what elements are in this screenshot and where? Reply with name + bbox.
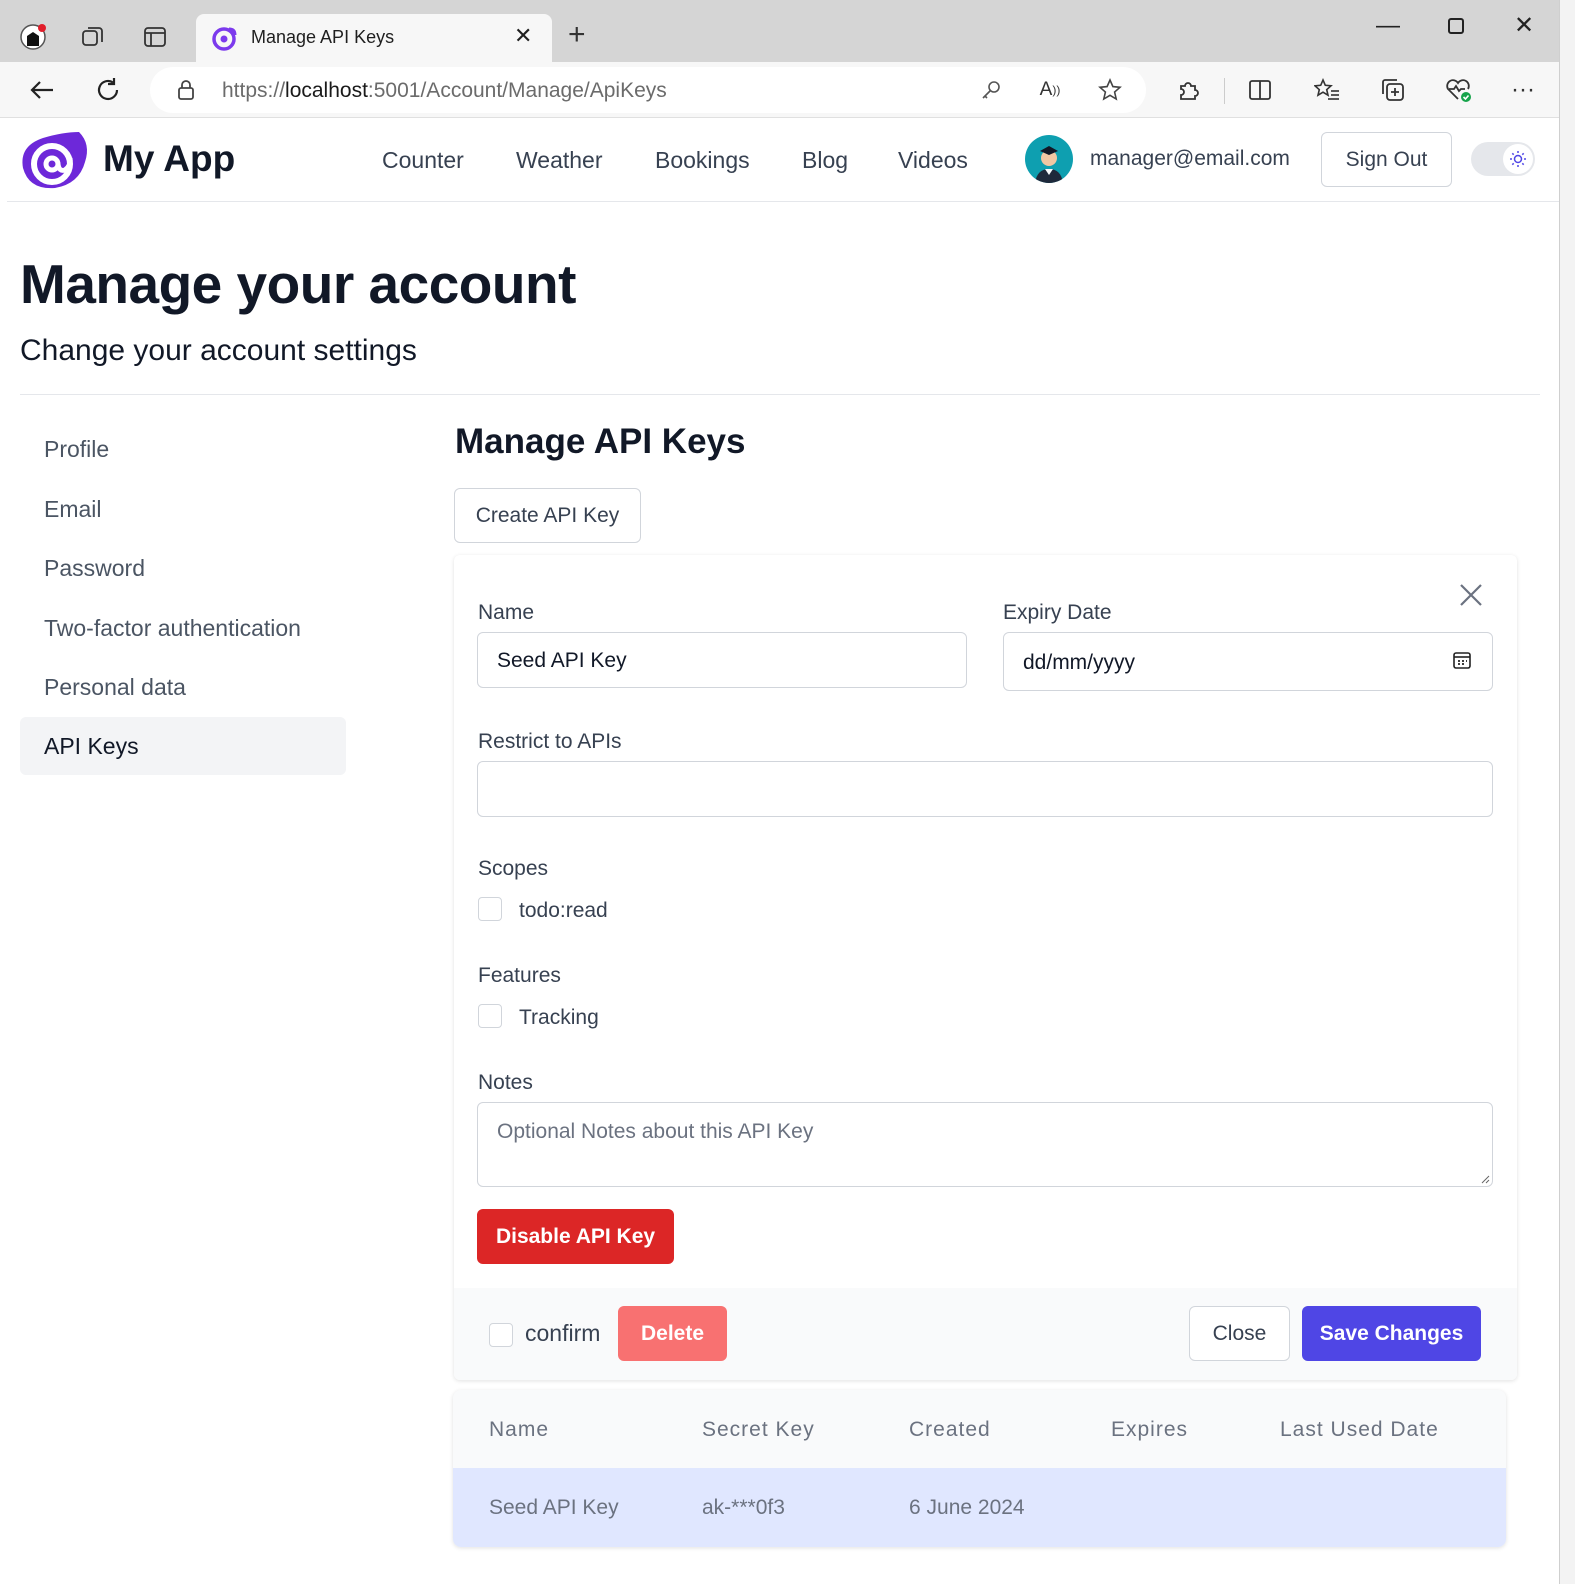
calendar-icon[interactable] — [1452, 650, 1472, 670]
collections-icon[interactable] — [1377, 74, 1409, 106]
nav-blog[interactable]: Blog — [802, 147, 848, 174]
tab-favicon-icon — [211, 25, 237, 56]
key-icon[interactable] — [975, 74, 1007, 106]
browser-tab[interactable]: Manage API Keys ✕ — [196, 14, 552, 62]
favorite-star-icon[interactable] — [1094, 74, 1126, 106]
extensions-icon[interactable] — [1173, 74, 1205, 106]
name-input[interactable]: Seed API Key — [477, 632, 967, 688]
scope-todo-read-checkbox[interactable] — [478, 897, 502, 921]
app-brand[interactable]: My App — [103, 138, 235, 180]
page-title: Manage your account — [20, 253, 576, 315]
scopes-label: Scopes — [478, 857, 549, 880]
column-header-expires: Expires — [1111, 1418, 1189, 1441]
save-changes-button[interactable]: Save Changes — [1302, 1306, 1481, 1361]
nav-weather[interactable]: Weather — [516, 147, 603, 174]
profile-icon[interactable] — [18, 22, 48, 52]
refresh-icon[interactable] — [90, 72, 126, 108]
notes-label: Notes — [478, 1071, 533, 1094]
name-label: Name — [478, 601, 535, 624]
expiry-date-placeholder: dd/mm/yyyy — [1023, 651, 1136, 674]
back-icon[interactable] — [24, 72, 60, 108]
column-header-last-used-date: Last Used Date — [1280, 1418, 1439, 1441]
read-aloud-icon[interactable]: A)) — [1034, 74, 1066, 106]
more-menu-icon[interactable]: ··· — [1507, 74, 1539, 106]
nav-bookings[interactable]: Bookings — [655, 147, 750, 174]
sidebar-item-two-factor[interactable]: Two-factor authentication — [20, 599, 346, 657]
window-edge — [1559, 0, 1575, 1584]
sidebar-item-email[interactable]: Email — [20, 480, 346, 538]
sidebar-item-profile[interactable]: Profile — [20, 420, 346, 478]
close-button[interactable]: Close — [1189, 1306, 1290, 1361]
cell-created: 6 June 2024 — [909, 1496, 1025, 1519]
app-logo-icon[interactable] — [19, 128, 91, 192]
restrict-apis-label: Restrict to APIs — [478, 730, 622, 753]
browser-essentials-icon[interactable] — [1443, 74, 1475, 106]
sidebar-item-api-keys[interactable]: API Keys — [20, 717, 346, 775]
theme-toggle[interactable] — [1471, 142, 1535, 176]
notes-placeholder: Optional Notes about this API Key — [497, 1120, 814, 1143]
url-bar[interactable]: https://localhost:5001/Account/Manage/Ap… — [150, 67, 1146, 113]
close-icon[interactable] — [1459, 579, 1483, 613]
maximize-icon[interactable] — [1436, 10, 1476, 42]
divider — [20, 394, 1540, 395]
new-tab-icon[interactable]: + — [568, 20, 586, 50]
window-close-icon[interactable]: ✕ — [1504, 10, 1544, 42]
feature-tracking-checkbox[interactable] — [478, 1004, 502, 1028]
api-keys-table: Name Secret Key Created Expires Last Use… — [453, 1390, 1506, 1547]
column-header-name: Name — [489, 1418, 550, 1441]
browser-tab-bar: Manage API Keys ✕ + — ✕ — [0, 0, 1559, 62]
tab-title: Manage API Keys — [251, 27, 395, 47]
sign-out-button[interactable]: Sign Out — [1321, 132, 1452, 187]
lock-icon[interactable] — [176, 79, 196, 106]
avatar[interactable] — [1025, 135, 1073, 183]
favorites-icon[interactable] — [1311, 74, 1343, 106]
create-api-key-button[interactable]: Create API Key — [454, 488, 641, 543]
scope-todo-read-label[interactable]: todo:read — [519, 899, 608, 923]
app-header: My App Counter Weather Bookings Blog Vid… — [7, 118, 1559, 202]
resize-handle-icon[interactable] — [1480, 1174, 1490, 1184]
notes-textarea[interactable]: Optional Notes about this API Key — [477, 1102, 1493, 1187]
tab-close-icon[interactable]: ✕ — [514, 23, 532, 49]
sidebar-item-password[interactable]: Password — [20, 539, 346, 597]
page-subtitle: Change your account settings — [20, 334, 417, 367]
toolbar-divider — [1224, 78, 1225, 104]
cell-name: Seed API Key — [489, 1496, 619, 1519]
minimize-icon[interactable]: — — [1368, 10, 1408, 42]
delete-button[interactable]: Delete — [618, 1306, 727, 1361]
split-screen-icon[interactable] — [1244, 74, 1276, 106]
tab-actions-icon[interactable] — [140, 22, 170, 52]
restrict-apis-input[interactable] — [477, 761, 1493, 817]
workspaces-icon[interactable] — [78, 22, 108, 52]
edit-api-key-form: Name Seed API Key Expiry Date dd/mm/yyyy… — [454, 555, 1517, 1380]
nav-videos[interactable]: Videos — [898, 147, 968, 174]
feature-tracking-label[interactable]: Tracking — [519, 1006, 599, 1030]
expiry-date-label: Expiry Date — [1003, 601, 1112, 624]
column-header-created: Created — [909, 1418, 991, 1441]
column-header-secret-key: Secret Key — [702, 1418, 815, 1441]
table-row[interactable]: Seed API Key ak-***0f3 6 June 2024 — [453, 1468, 1506, 1547]
address-toolbar: https://localhost:5001/Account/Manage/Ap… — [0, 62, 1559, 118]
sun-icon — [1503, 144, 1533, 174]
confirm-checkbox[interactable] — [489, 1323, 513, 1347]
url-text: https://localhost:5001/Account/Manage/Ap… — [222, 79, 667, 102]
disable-api-key-button[interactable]: Disable API Key — [477, 1209, 674, 1264]
user-email[interactable]: manager@email.com — [1090, 147, 1290, 171]
expiry-date-input[interactable]: dd/mm/yyyy — [1003, 632, 1493, 691]
cell-secret-key: ak-***0f3 — [702, 1496, 785, 1519]
nav-counter[interactable]: Counter — [382, 147, 464, 174]
confirm-label[interactable]: confirm — [525, 1320, 600, 1347]
form-footer: confirm Delete Close Save Changes — [454, 1288, 1517, 1380]
section-title: Manage API Keys — [455, 422, 746, 461]
features-label: Features — [478, 964, 561, 987]
sidebar-item-personal-data[interactable]: Personal data — [20, 658, 346, 716]
